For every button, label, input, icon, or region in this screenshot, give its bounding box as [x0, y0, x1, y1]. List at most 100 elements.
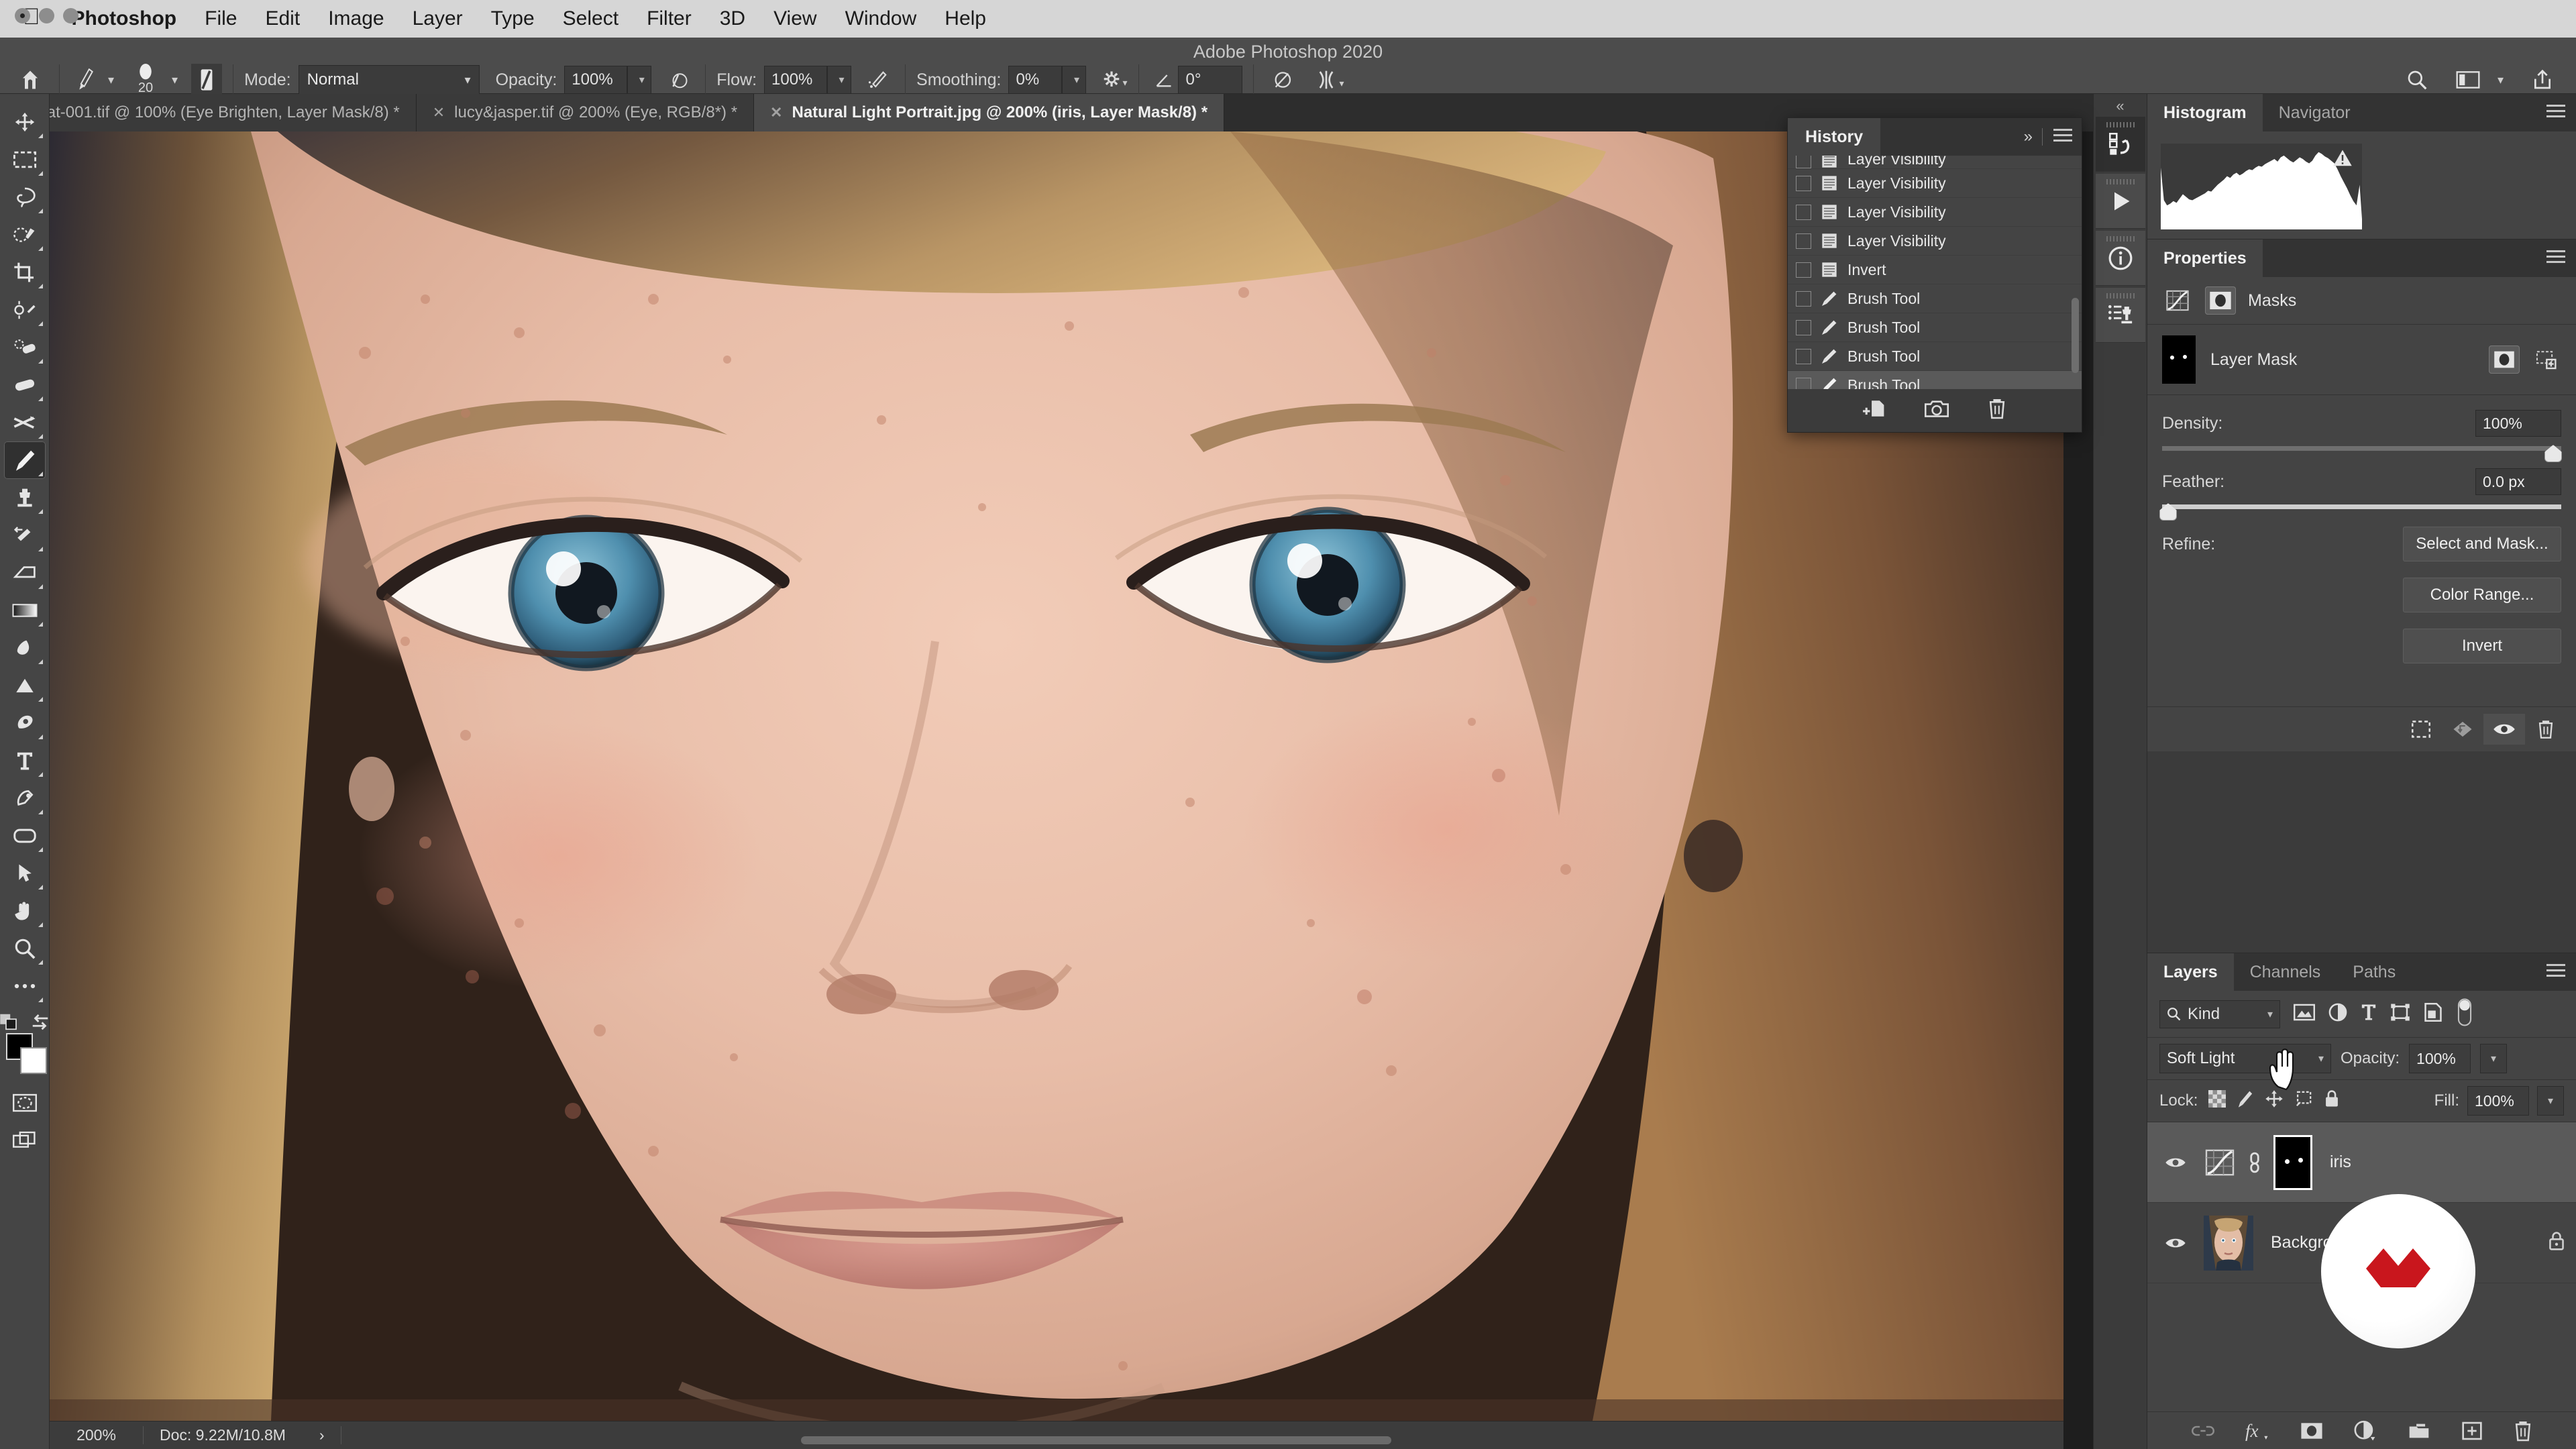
direct-selection-tool[interactable]: [4, 855, 46, 892]
history-item[interactable]: Brush Tool: [1788, 284, 2082, 313]
tab-paths[interactable]: Paths: [2337, 953, 2412, 991]
flow-chevron-icon[interactable]: ▾: [839, 73, 845, 87]
symmetry-icon[interactable]: ▾: [1309, 69, 1344, 91]
rectangle-tool[interactable]: [4, 817, 46, 855]
airbrush-icon[interactable]: [862, 70, 894, 90]
brush-size-indicator[interactable]: 20: [126, 64, 165, 96]
density-slider-handle[interactable]: [2544, 445, 2562, 462]
actions-play-dock-icon[interactable]: [2095, 174, 2145, 229]
edit-toolbar-ellipsis[interactable]: [4, 967, 46, 1005]
link-layers-icon[interactable]: [2191, 1424, 2214, 1438]
menu-help[interactable]: Help: [930, 7, 1000, 30]
opacity-chevron-icon[interactable]: ▾: [2491, 1052, 2496, 1065]
chevron-right-icon[interactable]: ›: [319, 1426, 325, 1444]
double-chevron-right-icon[interactable]: »: [2024, 127, 2042, 146]
move-tool[interactable]: [4, 103, 46, 141]
tab-layers[interactable]: Layers: [2147, 953, 2234, 991]
close-icon[interactable]: ✕: [433, 104, 445, 121]
tab-properties[interactable]: Properties: [2147, 239, 2263, 277]
menu-image[interactable]: Image: [314, 7, 398, 30]
vector-mask-button-icon[interactable]: [2530, 345, 2561, 374]
menu-select[interactable]: Select: [549, 7, 633, 30]
layer-visibility-toggle[interactable]: [2158, 1236, 2193, 1250]
flow-input[interactable]: 100%: [764, 66, 828, 94]
eyedropper-tool[interactable]: [4, 291, 46, 329]
search-icon[interactable]: [2406, 69, 2428, 91]
brush-preset-icon[interactable]: [70, 68, 101, 91]
history-snapshot-checkbox[interactable]: [1796, 204, 1811, 220]
lasso-tool[interactable]: [4, 178, 46, 216]
opacity-chevron-icon[interactable]: ▾: [639, 73, 645, 87]
tab-navigator[interactable]: Navigator: [2262, 94, 2367, 131]
workspace-chevron-icon[interactable]: ▾: [2498, 73, 2504, 87]
menu-file[interactable]: File: [191, 7, 251, 30]
new-layer-icon[interactable]: [2461, 1421, 2483, 1441]
smoothing-chevron-icon[interactable]: ▾: [1074, 73, 1079, 87]
new-snapshot-icon[interactable]: [1925, 398, 1949, 422]
type-tool[interactable]: [4, 742, 46, 780]
opacity-input[interactable]: 100%: [564, 66, 628, 94]
info-dock-icon[interactable]: [2095, 231, 2145, 286]
history-brush-tool[interactable]: [4, 517, 46, 554]
history-item[interactable]: Layer Visibility: [1788, 198, 2082, 227]
new-adjustment-layer-icon[interactable]: [2354, 1420, 2377, 1442]
swap-colors-icon[interactable]: [30, 1013, 50, 1030]
tab-history[interactable]: History: [1788, 118, 1881, 156]
window-traffic-lights[interactable]: [15, 8, 78, 23]
menu-filter[interactable]: Filter: [633, 7, 706, 30]
delete-layer-icon[interactable]: [2514, 1420, 2532, 1442]
pixel-layer-filter-icon[interactable]: [2294, 1004, 2315, 1024]
color-swatches[interactable]: [4, 1033, 47, 1075]
minimize-window-button[interactable]: [39, 8, 54, 23]
delete-state-icon[interactable]: [1988, 398, 2006, 423]
new-group-icon[interactable]: [2408, 1422, 2430, 1440]
rectangular-marquee-tool[interactable]: [4, 141, 46, 178]
document-tab-3-active[interactable]: ✕ Natural Light Portrait.jpg @ 200% (iri…: [754, 94, 1225, 131]
brush-size-chevron-icon[interactable]: ▾: [172, 73, 178, 87]
feather-slider[interactable]: [2159, 503, 2561, 521]
home-icon[interactable]: [12, 69, 48, 91]
object-selection-tool[interactable]: [4, 216, 46, 254]
fill-chevron-icon[interactable]: ▾: [2548, 1094, 2553, 1108]
cached-data-warning-icon[interactable]: [2332, 149, 2353, 171]
feather-value[interactable]: 0.0 px: [2475, 468, 2561, 495]
select-and-mask-button[interactable]: Select and Mask...: [2403, 527, 2561, 561]
close-window-button[interactable]: [15, 8, 30, 23]
lock-icon[interactable]: [2548, 1231, 2565, 1254]
layer-fill-value[interactable]: 100%: [2467, 1086, 2529, 1116]
history-item[interactable]: Layer Visibility: [1788, 227, 2082, 256]
lock-all-icon[interactable]: [2324, 1089, 2340, 1113]
lock-transparent-pixels-icon[interactable]: [2208, 1089, 2226, 1112]
quick-mask-icon[interactable]: [4, 1084, 46, 1122]
menu-view[interactable]: View: [759, 7, 830, 30]
color-range-button[interactable]: Color Range...: [2403, 578, 2561, 612]
smart-object-filter-icon[interactable]: [2424, 1003, 2443, 1025]
history-item[interactable]: Brush Tool: [1788, 313, 2082, 342]
adjustment-layer-filter-icon[interactable]: [2328, 1003, 2347, 1025]
clone-swap-tool[interactable]: [4, 404, 46, 441]
crop-tool[interactable]: [4, 254, 46, 291]
share-icon[interactable]: [2532, 69, 2553, 91]
tab-histogram[interactable]: Histogram: [2147, 94, 2263, 131]
history-state-list[interactable]: Layer Visibility Layer Visibility Layer …: [1788, 156, 2082, 389]
path-selection-tool[interactable]: [4, 780, 46, 817]
collapse-double-chevron-icon[interactable]: «: [2094, 94, 2147, 117]
panel-menu-icon[interactable]: [2053, 129, 2072, 145]
pressure-size-icon[interactable]: [1265, 69, 1299, 91]
history-scrollbar[interactable]: [2072, 298, 2079, 373]
layer-blend-mode-select[interactable]: Soft Light ▾: [2159, 1044, 2331, 1073]
menu-3d[interactable]: 3D: [706, 7, 759, 30]
blur-tool[interactable]: [4, 629, 46, 667]
history-dock-icon[interactable]: [2095, 117, 2145, 172]
layer-mask-thumbnail[interactable]: [2162, 335, 2196, 384]
layer-thumbnail[interactable]: [2204, 1215, 2253, 1271]
document-size-info[interactable]: Doc: 9.22M/10.8M ›: [144, 1426, 341, 1444]
layer-row-iris[interactable]: iris: [2147, 1122, 2576, 1203]
history-item[interactable]: Invert: [1788, 256, 2082, 284]
history-item[interactable]: Layer Visibility: [1788, 169, 2082, 198]
smoothing-input[interactable]: 0%: [1008, 66, 1063, 94]
shape-layer-filter-icon[interactable]: [2390, 1003, 2410, 1025]
screen-mode-icon[interactable]: [4, 1122, 46, 1159]
close-icon[interactable]: ✕: [770, 104, 782, 121]
brush-angle-input[interactable]: 0°: [1178, 66, 1243, 94]
